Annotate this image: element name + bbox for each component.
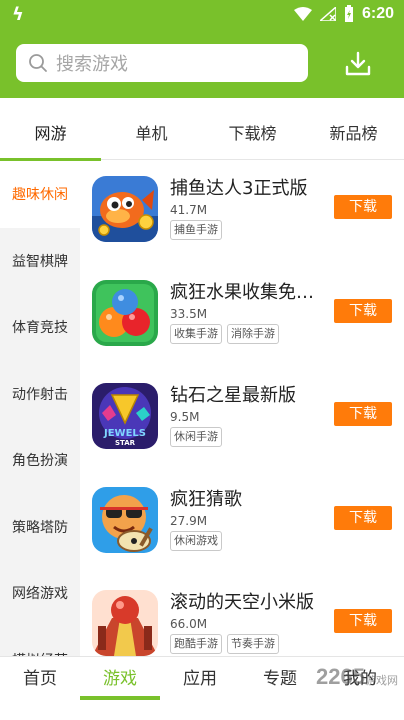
site-watermark: 2265游戏网: [316, 664, 398, 690]
game-tag[interactable]: 消除手游: [227, 323, 279, 344]
download-button[interactable]: 下载: [334, 505, 392, 530]
list-item[interactable]: 疯狂猜歌 27.9M 休闲游戏 下载: [80, 472, 404, 576]
category-puzzle-board[interactable]: 益智棋牌: [0, 228, 80, 295]
game-title: 疯狂猜歌: [170, 488, 242, 510]
download-button[interactable]: 下载: [334, 609, 392, 633]
game-size: 41.7M: [170, 203, 208, 217]
system-nav-area: [0, 700, 404, 720]
download-button[interactable]: 下载: [334, 402, 392, 426]
tab-online-games[interactable]: 网游: [0, 98, 101, 160]
game-size: 66.0M: [170, 617, 208, 631]
category-strategy[interactable]: 策略塔防: [0, 494, 80, 561]
jewels-game-icon: JEWELS STAR: [92, 383, 158, 449]
download-button[interactable]: 下载: [334, 195, 392, 219]
game-tag[interactable]: 休闲手游: [170, 427, 222, 447]
game-tag[interactable]: 休闲游戏: [170, 530, 222, 551]
wifi-icon: [293, 7, 312, 21]
tab-new-ranking[interactable]: 新品榜: [303, 98, 404, 160]
category-online[interactable]: 网络游戏: [0, 560, 80, 627]
watermark-suffix: 游戏网: [365, 675, 398, 687]
charging-icon: ϟ: [12, 4, 24, 25]
app-header: ϟ 6:20 搜索游戏: [0, 0, 404, 98]
game-size: 27.9M: [170, 513, 208, 528]
fish-game-icon: [92, 176, 158, 242]
status-icons: 6:20: [293, 5, 394, 23]
category-casual[interactable]: 趣味休闲: [0, 161, 80, 228]
nav-home[interactable]: 首页: [0, 657, 80, 701]
category-action-shooter[interactable]: 动作射击: [0, 361, 80, 428]
game-tag[interactable]: 节奏手游: [227, 634, 279, 654]
game-title: 捕鱼达人3正式版: [170, 178, 308, 199]
download-button[interactable]: 下载: [334, 298, 392, 323]
clock: 6:20: [361, 5, 394, 22]
fruit-game-icon: [92, 279, 158, 346]
watermark-brand: 2265: [316, 664, 365, 689]
game-size: 33.5M: [170, 306, 208, 321]
game-size: 9.5M: [170, 410, 200, 424]
rolling-sky-icon: [92, 590, 158, 656]
svg-text:JEWELS: JEWELS: [103, 428, 146, 439]
game-title: 钻石之星最新版: [170, 385, 296, 406]
signal-icon: [319, 7, 336, 21]
nav-apps[interactable]: 应用: [160, 657, 240, 701]
list-item[interactable]: JEWELS STAR 钻石之星最新版 9.5M 休闲手游 下载: [80, 368, 404, 472]
nav-topics[interactable]: 专题: [240, 657, 320, 701]
game-title: 疯狂水果收集免…: [170, 281, 314, 303]
search-input[interactable]: 搜索游戏: [16, 44, 308, 82]
category-sports[interactable]: 体育竞技: [0, 294, 80, 361]
guess-song-icon: [92, 486, 158, 553]
battery-icon: [344, 5, 353, 22]
list-item[interactable]: 捕鱼达人3正式版 41.7M 捕鱼手游 下载: [80, 161, 404, 265]
list-item[interactable]: 滚动的天空小米版 66.0M 跑酷手游 节奏手游 下载: [80, 575, 404, 656]
download-icon: [345, 51, 371, 76]
category-rpg[interactable]: 角色扮演: [0, 427, 80, 494]
svg-text:STAR: STAR: [115, 439, 136, 447]
game-tabs: 网游 单机 下载榜 新品榜: [0, 98, 404, 160]
game-tag[interactable]: 收集手游: [170, 323, 222, 344]
game-list: 捕鱼达人3正式版 41.7M 捕鱼手游 下载 疯狂水果收集免… 33.5M 收集…: [80, 161, 404, 656]
search-placeholder: 搜索游戏: [56, 54, 128, 75]
tab-single-player[interactable]: 单机: [101, 98, 202, 160]
game-tag[interactable]: 捕鱼手游: [170, 220, 222, 240]
tab-download-ranking[interactable]: 下载榜: [202, 98, 303, 160]
download-manager-button[interactable]: [338, 44, 378, 84]
status-bar: ϟ 6:20: [0, 0, 404, 30]
nav-games[interactable]: 游戏: [80, 657, 160, 701]
search-icon: [29, 54, 47, 72]
category-simulation[interactable]: 模拟经营: [0, 627, 80, 656]
category-sidebar: 趣味休闲 益智棋牌 体育竞技 动作射击 角色扮演 策略塔防 网络游戏 模拟经营: [0, 161, 80, 656]
game-tag[interactable]: 跑酷手游: [170, 634, 222, 654]
list-item[interactable]: 疯狂水果收集免… 33.5M 收集手游 消除手游 下载: [80, 265, 404, 369]
game-title: 滚动的天空小米版: [170, 592, 314, 613]
